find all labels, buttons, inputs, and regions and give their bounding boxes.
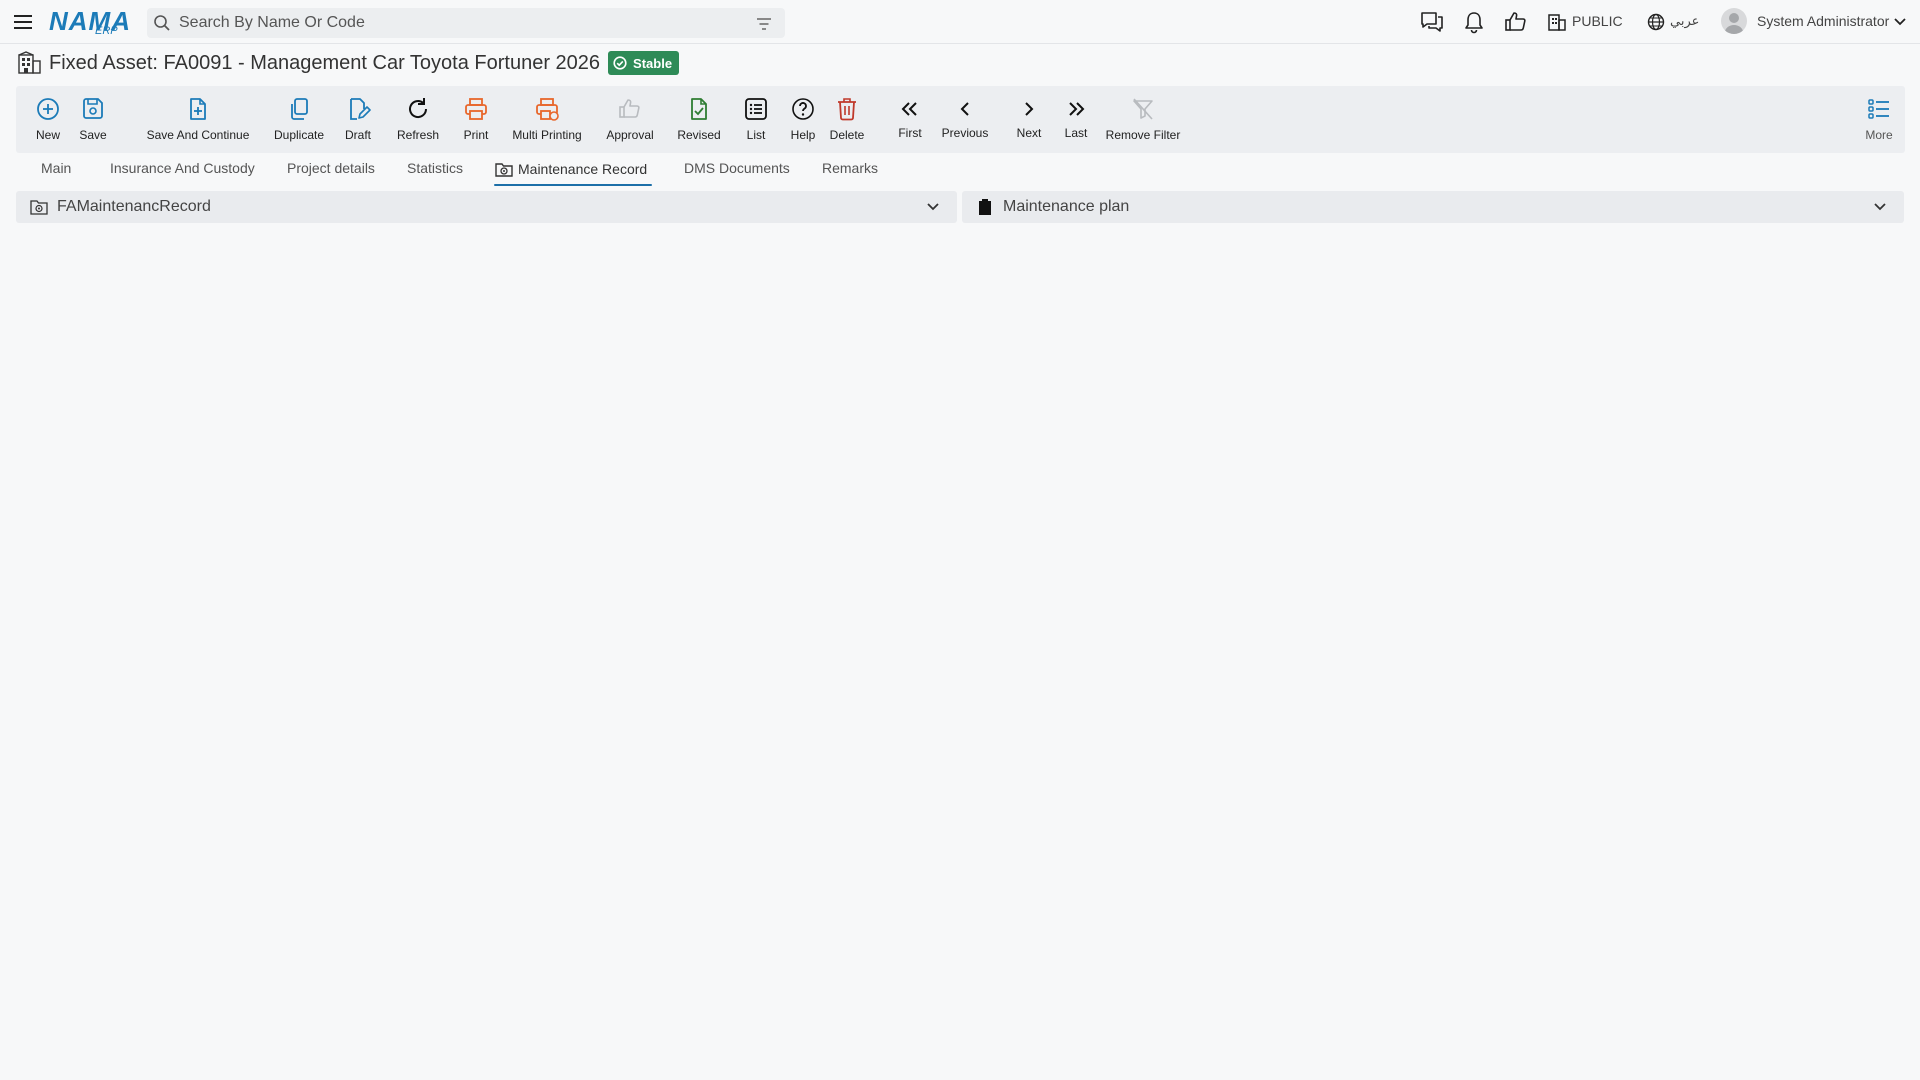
page-title: Fixed Asset: FA0091 - Management Car Toy… — [49, 51, 601, 74]
user-avatar[interactable] — [1721, 8, 1747, 34]
thumbs-up-icon — [619, 99, 640, 118]
last-label: Last — [1064, 126, 1088, 140]
help-label: Help — [790, 128, 816, 142]
edit-document-icon — [350, 98, 371, 120]
search-box — [147, 8, 785, 38]
user-name[interactable]: System Administrator — [1757, 13, 1889, 29]
maintenance-plan-panel[interactable]: Maintenance plan — [962, 191, 1904, 223]
tab-maintenance-record[interactable]: Maintenance Record — [494, 160, 647, 178]
duplicate-label: Duplicate — [273, 128, 325, 142]
chevron-down-icon[interactable] — [925, 200, 941, 214]
previous-label: Previous — [941, 126, 989, 140]
fixed-asset-icon — [18, 51, 41, 74]
copy-icon — [291, 98, 308, 120]
remove-filter-button[interactable]: Remove Filter — [1096, 86, 1190, 153]
action-toolbar: New Save Save And Continue Duplicate Dra… — [16, 86, 1905, 153]
fa-maintenance-record-panel[interactable]: FAMaintenancRecord — [16, 191, 957, 223]
printer-icon — [465, 98, 487, 120]
double-chevron-left-icon — [901, 102, 917, 116]
new-button[interactable]: New — [28, 86, 68, 153]
new-label: New — [35, 128, 60, 142]
chevron-down-icon[interactable] — [1893, 15, 1907, 29]
chevron-down-icon[interactable] — [1872, 200, 1888, 214]
chevron-left-icon — [960, 102, 969, 116]
save-disk-icon — [83, 98, 103, 119]
first-label: First — [898, 126, 922, 140]
tab-insurance-and-custody[interactable]: Insurance And Custody — [110, 160, 255, 176]
multi-printing-button[interactable]: Multi Printing — [496, 86, 598, 153]
logo-text: NAMA — [49, 6, 131, 36]
list-icon — [745, 98, 767, 120]
approval-thumbs-up-icon[interactable] — [1503, 10, 1529, 34]
logo-subtext: ERP — [95, 25, 118, 37]
print-label: Print — [463, 128, 489, 142]
active-tab-indicator — [494, 184, 652, 186]
globe-icon[interactable] — [1646, 10, 1666, 34]
remove-filter-icon — [1133, 98, 1153, 120]
tab-remarks[interactable]: Remarks — [822, 160, 878, 176]
delete-label: Delete — [829, 128, 865, 142]
panel-title: Maintenance plan — [1003, 198, 1130, 215]
multi-printing-label: Multi Printing — [512, 128, 582, 142]
draft-label: Draft — [344, 128, 371, 142]
tab-statistics[interactable]: Statistics — [407, 160, 463, 176]
previous-record-button[interactable]: Previous — [925, 86, 1005, 153]
remove-filter-label: Remove Filter — [1105, 128, 1181, 142]
check-circle-icon — [613, 56, 627, 70]
multi-printer-icon — [536, 98, 559, 121]
page-header: Fixed Asset: FA0091 - Management Car Toy… — [15, 48, 680, 78]
tab-main[interactable]: Main — [41, 160, 71, 176]
search-icon — [154, 15, 170, 31]
draft-button[interactable]: Draft — [328, 86, 388, 153]
top-bar: NAMA ERP PUBLIC — [0, 0, 1920, 44]
save-button[interactable]: Save — [73, 86, 113, 153]
document-check-icon — [691, 98, 707, 120]
next-label: Next — [1016, 126, 1042, 140]
messages-icon[interactable] — [1419, 10, 1445, 34]
tab-maintenance-record-label: Maintenance Record — [518, 161, 648, 177]
app-logo[interactable]: NAMA ERP — [49, 4, 131, 38]
help-question-icon — [792, 98, 814, 120]
more-button[interactable]: More — [1859, 86, 1899, 153]
refresh-button[interactable]: Refresh — [383, 86, 453, 153]
search-input[interactable] — [179, 8, 739, 38]
list-label: List — [746, 128, 766, 142]
chevron-right-icon — [1025, 102, 1034, 116]
save-label: Save — [79, 128, 107, 142]
tab-project-details[interactable]: Project details — [287, 160, 375, 176]
maintenance-record-icon — [495, 163, 513, 177]
company-building-icon[interactable] — [1547, 10, 1567, 34]
save-and-continue-label: Save And Continue — [146, 128, 250, 142]
refresh-icon — [409, 98, 428, 118]
language-switch[interactable]: عربي — [1670, 13, 1699, 29]
tab-dms-documents[interactable]: DMS Documents — [684, 160, 790, 176]
menu-icon[interactable] — [12, 11, 34, 33]
status-label: Stable — [633, 55, 673, 71]
refresh-label: Refresh — [396, 128, 440, 142]
trash-icon — [838, 98, 856, 121]
filter-icon[interactable] — [755, 15, 773, 33]
maintenance-folder-icon — [30, 200, 48, 215]
more-list-icon — [1868, 99, 1889, 119]
more-label: More — [1865, 128, 1893, 142]
clipboard-icon — [979, 199, 991, 215]
panel-title: FAMaintenancRecord — [57, 198, 211, 215]
revised-label: Revised — [677, 128, 721, 142]
double-chevron-right-icon — [1069, 102, 1085, 116]
company-name[interactable]: PUBLIC — [1572, 13, 1623, 29]
plus-circle-icon — [37, 98, 59, 120]
save-and-continue-button[interactable]: Save And Continue — [129, 86, 267, 153]
document-plus-icon — [190, 98, 206, 120]
status-badge: Stable — [608, 51, 680, 75]
user-icon — [1724, 13, 1744, 34]
delete-button[interactable]: Delete — [817, 86, 877, 153]
notifications-bell-icon[interactable] — [1461, 10, 1487, 34]
approval-label: Approval — [606, 128, 654, 142]
